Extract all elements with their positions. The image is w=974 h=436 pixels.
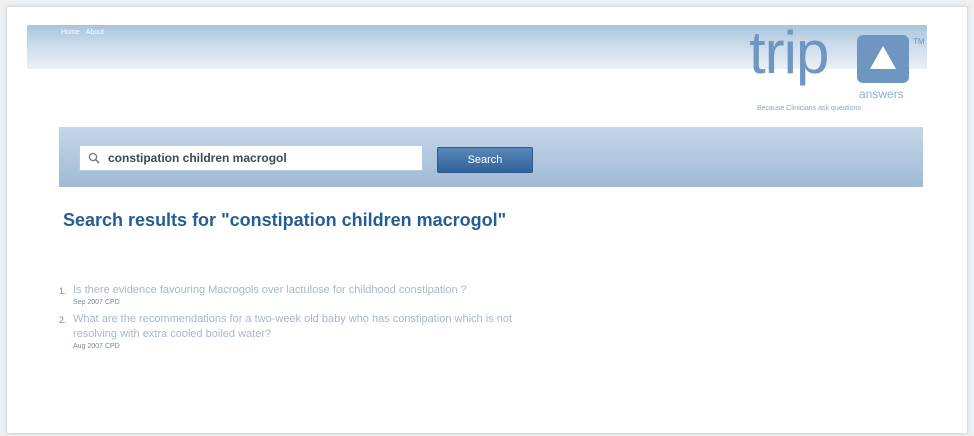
logo-trademark: TM bbox=[913, 37, 925, 46]
result-item: 1. Is there evidence favouring Macrogols… bbox=[59, 283, 519, 306]
result-tag[interactable]: CPD bbox=[105, 343, 120, 350]
results-list: 1. Is there evidence favouring Macrogols… bbox=[59, 283, 519, 356]
trip-answers-logo[interactable]: trip TM answers Because Clinicians ask q… bbox=[737, 23, 937, 117]
result-date: Sep 2007 bbox=[73, 299, 103, 306]
result-tag[interactable]: CPD bbox=[105, 299, 120, 306]
result-item: 2. What are the recommendations for a tw… bbox=[59, 312, 519, 350]
page-frame: Home About trip TM answers Because Clini… bbox=[6, 6, 968, 434]
search-button[interactable]: Search bbox=[437, 147, 533, 173]
result-meta: Sep 2007 CPD bbox=[73, 299, 519, 306]
search-field[interactable] bbox=[79, 145, 423, 171]
result-link[interactable]: What are the recommendations for a two-w… bbox=[73, 312, 519, 342]
result-number: 1. bbox=[59, 286, 67, 296]
search-icon bbox=[88, 152, 100, 164]
result-meta: Aug 2007 CPD bbox=[73, 343, 519, 350]
logo-tagline: Because Clinicians ask questions bbox=[757, 105, 861, 112]
speech-bubble-icon bbox=[857, 35, 909, 83]
results-title: Search results for "constipation childre… bbox=[63, 210, 507, 230]
logo-subtitle: answers bbox=[859, 87, 904, 101]
result-number: 2. bbox=[59, 315, 67, 325]
result-date: Aug 2007 bbox=[73, 343, 103, 350]
search-bar: Search bbox=[59, 127, 923, 187]
nav-about-link[interactable]: About bbox=[86, 29, 104, 36]
logo-word: trip bbox=[749, 19, 829, 86]
nav-home-link[interactable]: Home bbox=[61, 29, 80, 36]
search-input[interactable] bbox=[106, 150, 400, 166]
result-link[interactable]: Is there evidence favouring Macrogols ov… bbox=[73, 283, 519, 298]
top-nav: Home About bbox=[61, 29, 104, 36]
